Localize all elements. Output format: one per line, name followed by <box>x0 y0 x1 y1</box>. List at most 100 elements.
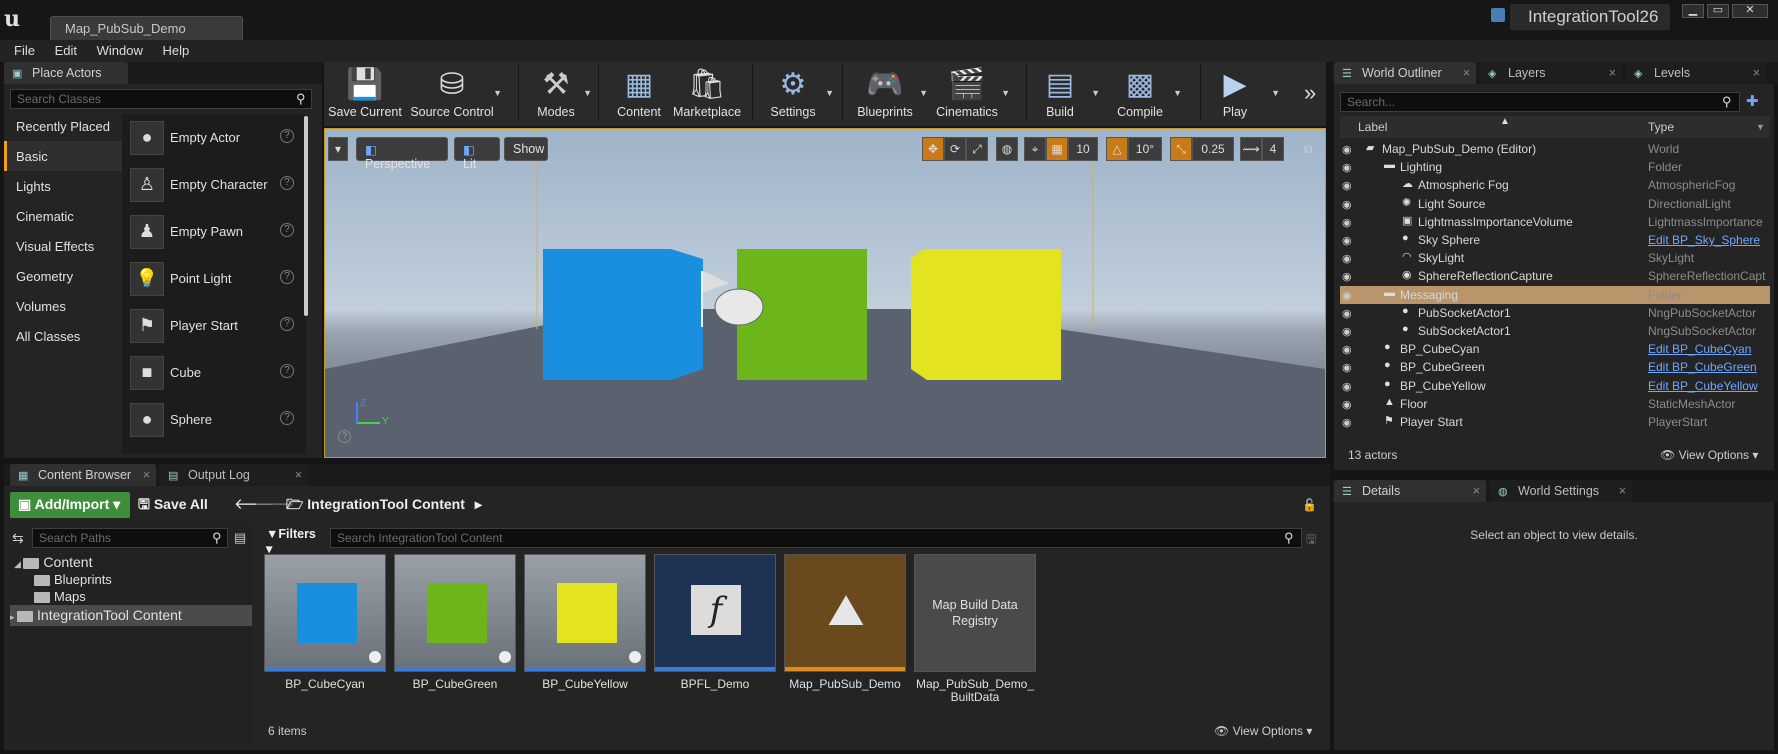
rotation-snap-icon[interactable]: △ <box>1106 137 1128 161</box>
tab-world-outliner[interactable]: ☰ World Outliner × <box>1334 62 1476 84</box>
translate-mode-icon[interactable]: ✥ <box>922 137 944 161</box>
help-icon[interactable]: ? <box>280 411 294 425</box>
help-icon[interactable]: ? <box>280 317 294 331</box>
close-icon[interactable]: × <box>295 468 302 482</box>
toolbar-overflow-icon[interactable]: » <box>1304 80 1316 106</box>
rotate-mode-icon[interactable]: ⟳ <box>944 137 966 161</box>
search-paths-input[interactable]: Search Paths <box>32 528 228 548</box>
column-type[interactable]: Type <box>1648 120 1674 134</box>
actor-item-point-light[interactable]: 💡 Point Light? <box>122 255 306 302</box>
category-visual-effects[interactable]: Visual Effects <box>4 231 122 261</box>
camera-speed-icon[interactable]: ⟿ <box>1240 137 1262 161</box>
tree-item-integrationtool-content[interactable]: ▸ IntegrationTool Content <box>10 607 182 623</box>
chevron-down-icon[interactable]: ▼ <box>583 88 592 98</box>
source-control-status-icon[interactable] <box>1491 8 1505 22</box>
close-button[interactable]: ✕ <box>1732 4 1768 18</box>
category-recently-placed[interactable]: Recently Placed <box>4 111 122 141</box>
chevron-down-icon[interactable]: ▼ <box>1091 88 1100 98</box>
asset-bp-cubegreen[interactable]: BP_CubeGreen <box>394 554 516 691</box>
cube-yellow[interactable] <box>911 249 1061 380</box>
menu-help[interactable]: Help <box>154 40 197 61</box>
chevron-down-icon[interactable]: ▼ <box>1001 88 1010 98</box>
add-actor-icon[interactable]: ✚ <box>1746 92 1759 110</box>
menu-edit[interactable]: Edit <box>47 40 85 61</box>
close-icon[interactable]: × <box>1473 484 1480 498</box>
rotation-snap-value[interactable]: 10° <box>1128 137 1162 161</box>
menu-window[interactable]: Window <box>89 40 151 61</box>
actor-item-cube[interactable]: ■ Cube? <box>122 349 306 396</box>
category-cinematic[interactable]: Cinematic <box>4 201 122 231</box>
scale-mode-icon[interactable]: ⤢ <box>966 137 988 161</box>
perspective-button[interactable]: ◧ Perspective <box>356 137 448 171</box>
minimize-button[interactable]: ▁ <box>1682 4 1704 18</box>
help-icon[interactable]: ? <box>280 364 294 378</box>
modes-button[interactable]: ⚒ Modes ▼ <box>528 62 592 124</box>
actor-item-player-start[interactable]: ⚑ Player Start? <box>122 302 306 349</box>
tab-levels[interactable]: ◈ Levels × <box>1626 62 1766 84</box>
cinematics-button[interactable]: 🎬 Cinematics ▼ <box>934 62 1010 124</box>
tab-content-browser[interactable]: ▦ Content Browser × <box>10 464 156 486</box>
tab-world-settings[interactable]: ◍ World Settings × <box>1490 480 1632 502</box>
asset-bpfl-demo[interactable]: f BPFL_Demo <box>654 554 776 691</box>
chevron-down-icon[interactable]: ▼ <box>1271 88 1280 98</box>
content-button[interactable]: ▦ Content <box>610 62 668 124</box>
close-icon[interactable]: × <box>1463 66 1470 80</box>
close-icon[interactable]: × <box>1753 66 1760 80</box>
source-control-button[interactable]: ⛁ Source Control ▼ <box>404 62 502 124</box>
save-current-button[interactable]: 💾 Save Current <box>328 62 402 124</box>
maximize-viewport-icon[interactable]: ⧉ <box>1304 142 1318 156</box>
help-icon[interactable]: ? <box>280 176 294 190</box>
actor-list-scrollbar[interactable] <box>304 116 308 316</box>
path-view-options-icon[interactable]: ▤ <box>234 530 246 546</box>
lit-button[interactable]: ◧ Lit <box>454 137 500 171</box>
build-button[interactable]: ▤ Build ▼ <box>1034 62 1100 124</box>
category-lights[interactable]: Lights <box>4 171 122 201</box>
tab-output-log[interactable]: ▤ Output Log × <box>160 464 308 486</box>
tab-layers[interactable]: ◈ Layers × <box>1480 62 1622 84</box>
help-icon[interactable]: ? <box>280 223 294 237</box>
tab-place-actors[interactable]: ▣ Place Actors <box>4 62 128 84</box>
asset-map-pubsub-demo[interactable]: ⛰ Map_PubSub_Demo <box>784 554 906 691</box>
compile-button[interactable]: ▩ Compile ▼ <box>1112 62 1182 124</box>
category-all-classes[interactable]: All Classes <box>4 321 122 351</box>
category-volumes[interactable]: Volumes <box>4 291 122 321</box>
category-basic[interactable]: Basic <box>4 141 122 171</box>
grid-snap-value[interactable]: 10 <box>1068 137 1098 161</box>
grid-snap-icon[interactable]: ▦ <box>1046 137 1068 161</box>
asset-bp-cubeyellow[interactable]: BP_CubeYellow <box>524 554 646 691</box>
tab-details[interactable]: ☰ Details × <box>1334 480 1486 502</box>
help-icon[interactable]: ? <box>338 430 351 443</box>
save-search-icon[interactable]: 🖫 <box>1306 530 1316 551</box>
asset-map-pubsub-demo-builtdata[interactable]: Map Build Data Registry Map_PubSub_Demo_… <box>914 554 1036 704</box>
outliner-search-input[interactable]: Search... <box>1340 92 1740 112</box>
cube-cyan[interactable] <box>543 249 703 380</box>
column-label[interactable]: Label <box>1358 120 1387 134</box>
search-classes-input[interactable]: Search Classes <box>10 89 312 109</box>
edit-blueprint-link[interactable]: Edit BP_Sky_Sphere <box>1648 233 1768 247</box>
tree-item-maps[interactable]: Maps <box>34 589 86 604</box>
level-viewport[interactable] <box>324 128 1326 458</box>
settings-button[interactable]: ⚙ Settings ▼ <box>760 62 834 124</box>
close-icon[interactable]: × <box>143 468 150 482</box>
asset-bp-cubecyan[interactable]: BP_CubeCyan <box>264 554 386 691</box>
chevron-down-icon[interactable]: ▼ <box>825 88 834 98</box>
document-tab[interactable]: Map_PubSub_Demo <box>50 16 243 40</box>
content-view-options[interactable]: 👁 View Options ▾ <box>1214 724 1312 738</box>
show-button[interactable]: Show <box>504 137 548 161</box>
help-icon[interactable]: ? <box>280 129 294 143</box>
edit-blueprint-link[interactable]: Edit BP_CubeYellow <box>1648 379 1768 393</box>
chevron-down-icon[interactable]: ▼ <box>493 88 502 98</box>
save-all-button[interactable]: 🖫 Save All <box>138 494 208 518</box>
content-search-input[interactable]: Search IntegrationTool Content <box>330 528 1302 548</box>
blueprints-button[interactable]: 🎮 Blueprints ▼ <box>852 62 928 124</box>
viewport-options-button[interactable]: ▾ <box>328 137 348 161</box>
actor-item-sphere[interactable]: ● Sphere? <box>122 396 306 443</box>
add-import-button[interactable]: ▣ Add/Import ▾ <box>10 492 130 518</box>
lock-icon[interactable]: 🔓 <box>1302 498 1317 512</box>
help-icon[interactable]: ? <box>280 270 294 284</box>
menu-file[interactable]: File <box>6 40 43 61</box>
edit-blueprint-link[interactable]: Edit BP_CubeCyan <box>1648 342 1768 356</box>
chevron-down-icon[interactable]: ▼ <box>1756 122 1765 132</box>
play-button[interactable]: ▶ Play ▼ <box>1208 62 1280 124</box>
scale-snap-icon[interactable]: ⤡ <box>1170 137 1192 161</box>
